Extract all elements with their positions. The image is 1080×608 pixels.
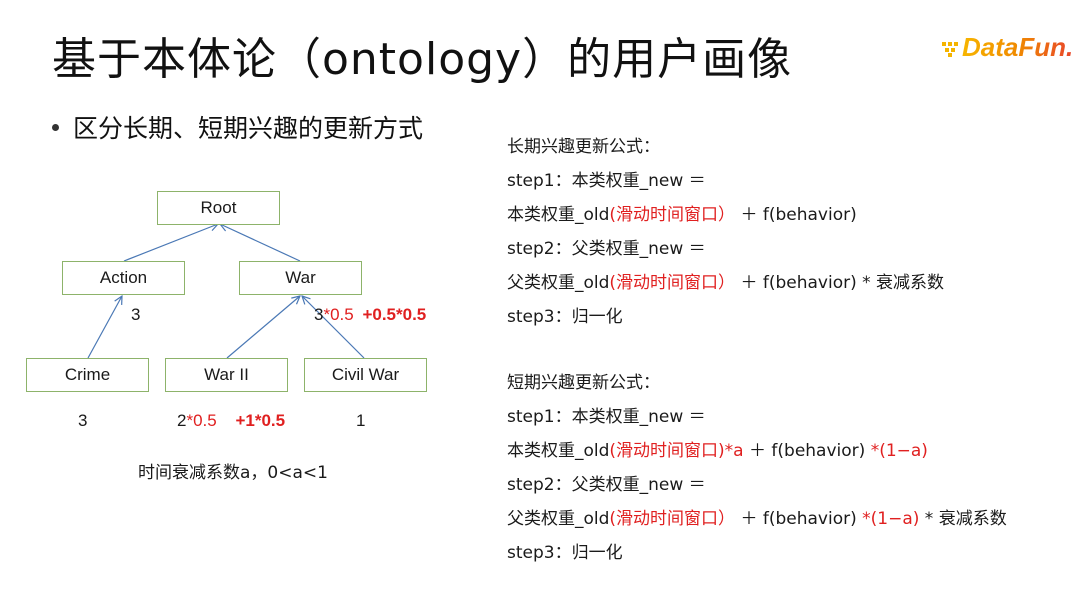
st-s1-window: (滑动时间窗口)*a xyxy=(609,441,744,461)
st-s2-window: (滑动时间窗口） xyxy=(609,509,736,529)
lt-s1-a: 本类权重_old xyxy=(507,205,610,225)
war2-weight: 2*0.5 +1*0.5 xyxy=(177,411,285,431)
bullet-dot-icon xyxy=(52,123,59,131)
long-term-step3: step3：归一化 xyxy=(507,307,623,327)
node-crime: Crime xyxy=(26,358,149,392)
war2-weight-add: +1*0.5 xyxy=(235,411,286,430)
crime-weight: 3 xyxy=(78,411,88,430)
short-term-step2-formula: 父类权重_old(滑动时间窗口） ＋ f(behavior) *(1−a) * … xyxy=(507,508,1007,530)
long-term-step1-label: step1：本类权重_new ＝ xyxy=(507,171,706,191)
decay-caption: 时间衰减系数a，0<a<1 xyxy=(138,463,328,483)
node-civil-war: Civil War xyxy=(304,358,427,392)
war-weight: 3*0.5 +0.5*0.5 xyxy=(314,305,426,325)
st-s2-d: *(1−a) xyxy=(862,509,920,529)
st-s1-d: *(1−a) xyxy=(870,441,928,461)
lt-s1-window: (滑动时间窗口） xyxy=(609,205,736,225)
long-term-step1-formula: 本类权重_old(滑动时间窗口） ＋ f(behavior) xyxy=(507,204,857,226)
node-war: War xyxy=(239,261,362,295)
edge-action-root xyxy=(123,224,218,262)
logo-text: DataFun. xyxy=(962,31,1074,62)
long-term-step2-label: step2：父类权重_new ＝ xyxy=(507,239,706,259)
war-weight-mul: *0.5 xyxy=(323,305,354,324)
st-s2-c: ＋ f(behavior) xyxy=(735,509,863,529)
lt-s2-window: (滑动时间窗口） xyxy=(609,273,736,293)
war2-weight-mul: *0.5 xyxy=(186,411,217,430)
long-term-heading: 长期兴趣更新公式： xyxy=(507,137,660,157)
short-term-step3: step3：归一化 xyxy=(507,543,623,563)
long-term-step2-formula: 父类权重_old(滑动时间窗口） ＋ f(behavior) * 衰减系数 xyxy=(507,272,944,294)
st-s2-a: 父类权重_old xyxy=(507,509,610,529)
edge-war2-war xyxy=(226,296,300,359)
st-s2-e: * 衰减系数 xyxy=(919,509,1007,529)
lt-s2-a: 父类权重_old xyxy=(507,273,610,293)
datafun-dots-icon xyxy=(942,38,960,57)
war-weight-add: +0.5*0.5 xyxy=(362,305,427,324)
action-weight: 3 xyxy=(131,305,141,324)
lt-s1-c: ＋ f(behavior) xyxy=(735,205,857,225)
short-term-heading: 短期兴趣更新公式： xyxy=(507,373,660,393)
bullet-point: 区分长期、短期兴趣的更新方式 xyxy=(52,112,423,146)
short-term-step1-label: step1：本类权重_new ＝ xyxy=(507,407,706,427)
bullet-text: 区分长期、短期兴趣的更新方式 xyxy=(73,114,424,143)
lt-s2-c: ＋ f(behavior) * 衰减系数 xyxy=(735,273,945,293)
st-s1-c: ＋ f(behavior) xyxy=(743,441,871,461)
datafun-logo: DataFun. xyxy=(942,30,1073,64)
st-s1-a: 本类权重_old xyxy=(507,441,610,461)
slide-title: 基于本体论（ontology）的用户画像 xyxy=(52,34,793,85)
short-term-step2-label: step2：父类权重_new ＝ xyxy=(507,475,706,495)
short-term-step1-formula: 本类权重_old(滑动时间窗口)*a ＋ f(behavior) *(1−a) xyxy=(507,440,928,462)
edge-war-root xyxy=(220,224,301,262)
edge-crime-action xyxy=(87,296,122,359)
node-war-ii: War II xyxy=(165,358,288,392)
civil-war-weight: 1 xyxy=(356,411,366,430)
node-action: Action xyxy=(62,261,185,295)
node-root: Root xyxy=(157,191,280,225)
